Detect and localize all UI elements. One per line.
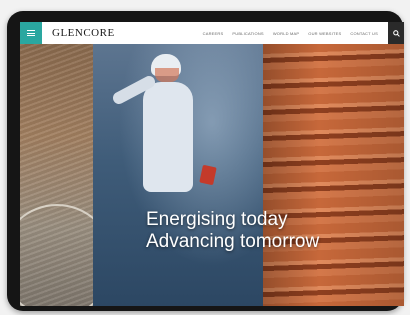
website-screen: GLENCORE CAREERS PUBLICATIONS WORLD MAP … bbox=[20, 22, 404, 306]
nav-link-our-websites[interactable]: OUR WEBSITES bbox=[308, 31, 341, 36]
nav-link-publications[interactable]: PUBLICATIONS bbox=[232, 31, 263, 36]
copper-shade bbox=[263, 44, 404, 306]
search-icon bbox=[392, 29, 400, 37]
nav-links: CAREERS PUBLICATIONS WORLD MAP OUR WEBSI… bbox=[203, 31, 378, 36]
nav-link-careers[interactable]: CAREERS bbox=[203, 31, 224, 36]
site-logo[interactable]: GLENCORE bbox=[52, 27, 115, 39]
nav-link-world-map[interactable]: WORLD MAP bbox=[273, 31, 299, 36]
menu-button[interactable] bbox=[20, 22, 42, 44]
tablet-device-frame: GLENCORE CAREERS PUBLICATIONS WORLD MAP … bbox=[7, 11, 404, 311]
site-header: GLENCORE CAREERS PUBLICATIONS WORLD MAP … bbox=[20, 22, 404, 44]
worker-suit bbox=[143, 82, 193, 192]
hero-tagline: Energising today Advancing tomorrow bbox=[146, 209, 396, 253]
hero-image-copper bbox=[263, 44, 404, 306]
hamburger-icon bbox=[27, 30, 35, 36]
worker-visor bbox=[155, 68, 179, 82]
red-equipment bbox=[199, 164, 217, 186]
hero-image-mine bbox=[20, 44, 114, 306]
search-button[interactable] bbox=[388, 22, 404, 44]
hero-image-worker bbox=[93, 44, 263, 306]
hero-tagline-line1: Energising today bbox=[146, 209, 288, 230]
nav-link-contact-us[interactable]: CONTACT US bbox=[350, 31, 378, 36]
hero-tagline-line2: Advancing tomorrow bbox=[146, 231, 320, 252]
